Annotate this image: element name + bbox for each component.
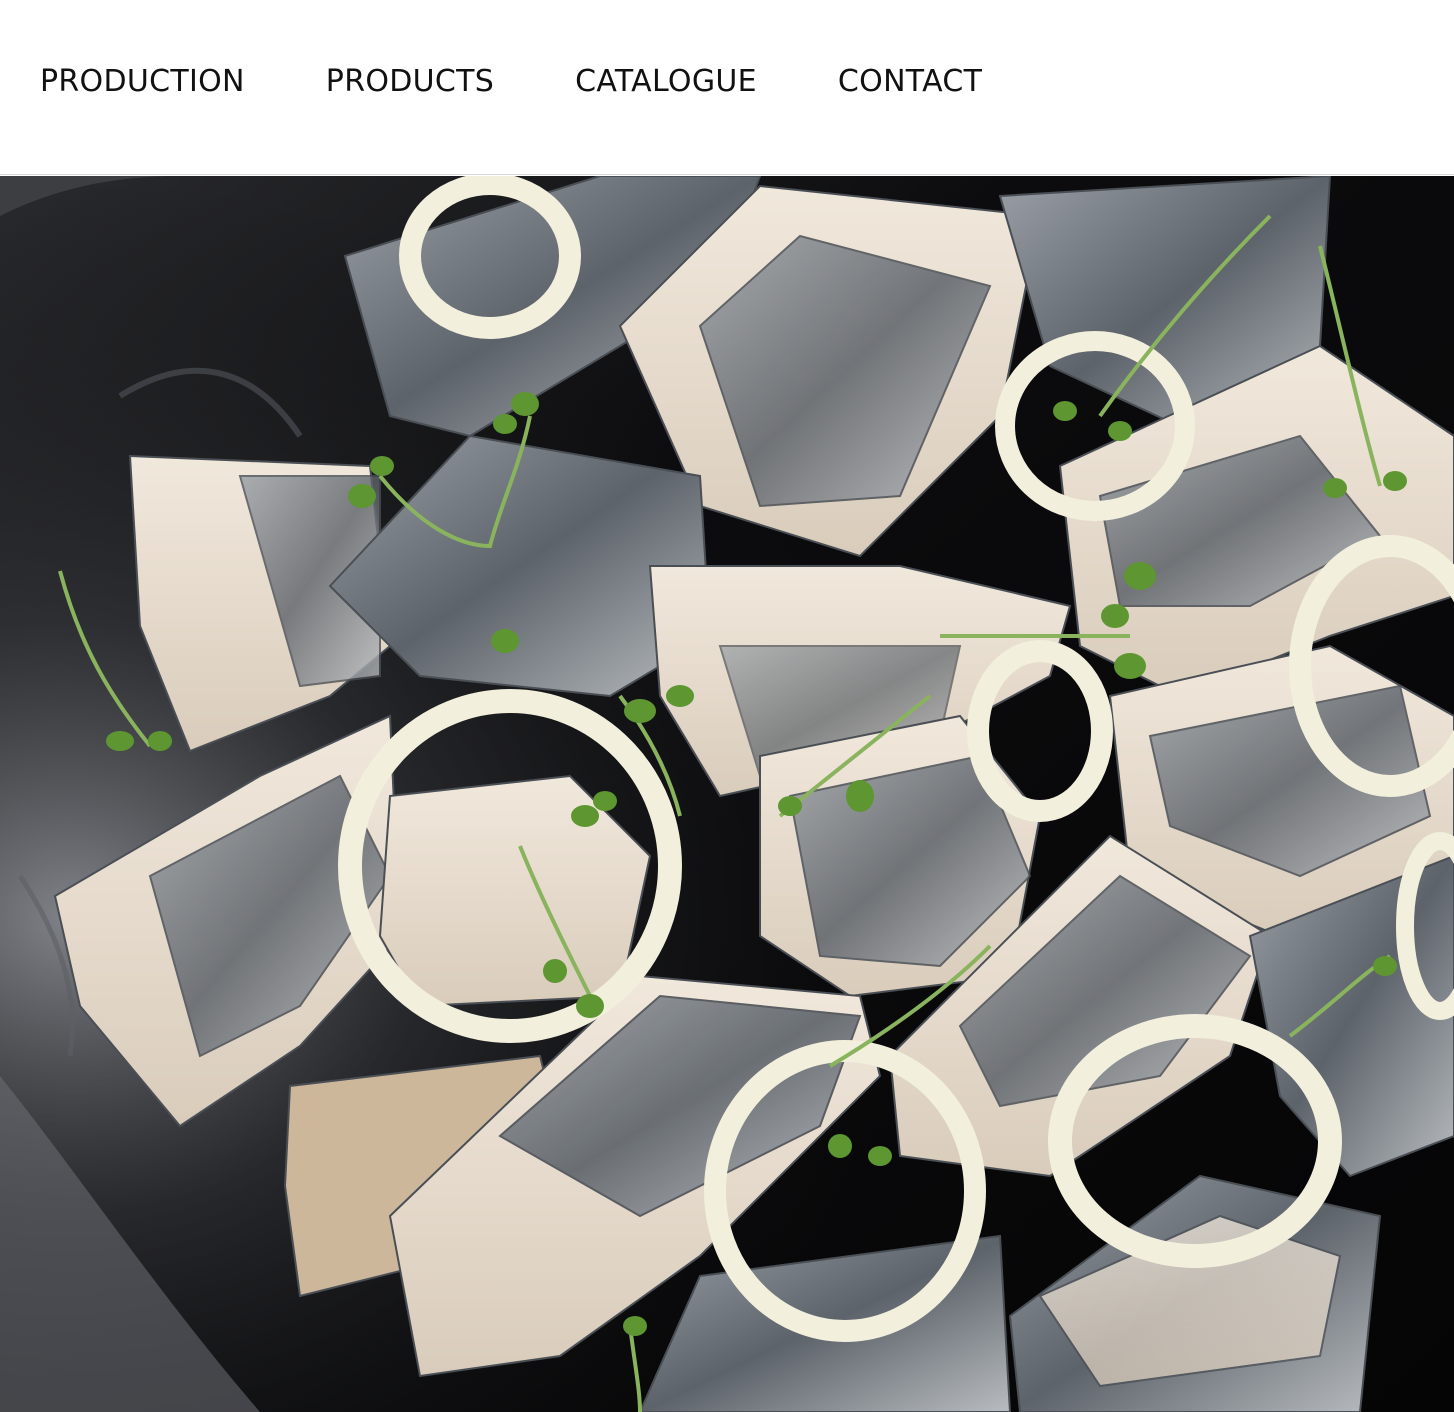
nav-item-catalogue[interactable]: CATALOGUE <box>575 62 757 102</box>
herring-photo-illustration <box>0 176 1454 1412</box>
nav-list: PRODUCTION PRODUCTS CATALOGUE CONTACT <box>40 62 982 102</box>
nav-item-products[interactable]: PRODUCTS <box>326 62 494 102</box>
nav-item-production[interactable]: PRODUCTION <box>40 62 245 102</box>
hero-image <box>0 176 1454 1412</box>
site-header: PRODUCTION PRODUCTS CATALOGUE CONTACT <box>0 0 1454 175</box>
nav-item-contact[interactable]: CONTACT <box>838 62 982 102</box>
